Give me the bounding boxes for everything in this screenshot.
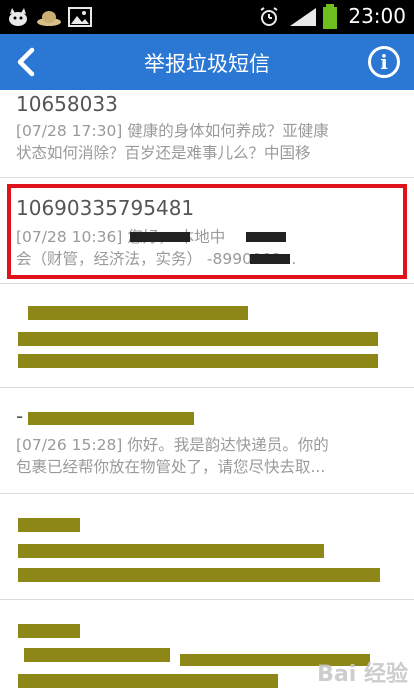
redaction-mark [18, 568, 380, 582]
message-preview: [07/26 15:28] 你好。我是韵达快递员。你的 包裹已经帮你放在物管处了… [16, 434, 390, 478]
preview-line: 包裹已经帮你放在物管处了，请您尽快去取... [16, 458, 326, 476]
redaction-mark [18, 518, 80, 532]
selection-highlight [7, 184, 407, 279]
image-notification-icon [68, 7, 92, 27]
signal-icon [290, 8, 316, 26]
message-item[interactable]: 10658033 [07/28 17:30] 健康的身体如何养成？亚健康 状态如… [0, 90, 414, 178]
preview-line: 状态如何消除？百岁还是难事儿么？中国移 [16, 144, 311, 162]
redaction-mark [18, 624, 80, 638]
message-sender: 10658033 [16, 92, 118, 116]
redaction-mark [18, 354, 378, 368]
message-preview: [07/28 17:30] 健康的身体如何养成？亚健康 状态如何消除？百岁还是难… [16, 120, 390, 164]
redaction-mark [18, 674, 278, 688]
redaction-mark [28, 306, 248, 320]
redaction-mark [28, 412, 194, 425]
status-bar: 23:00 [0, 0, 414, 34]
preview-line: [07/28 17:30] 健康的身体如何养成？亚健康 [16, 122, 329, 140]
cat-notification-icon [9, 8, 27, 26]
redaction-mark [18, 544, 324, 558]
message-item-redacted[interactable] [0, 494, 414, 600]
message-item[interactable]: - [07/26 15:28] 你好。我是韵达快递员。你的 包裹已经帮你放在物管… [0, 388, 414, 494]
redaction-mark [18, 332, 378, 346]
hat-notification-icon [37, 11, 61, 26]
message-item-redacted[interactable] [0, 284, 414, 388]
message-list[interactable]: 10658033 [07/28 17:30] 健康的身体如何养成？亚健康 状态如… [0, 90, 414, 694]
watermark: Bai 经验 [317, 662, 408, 687]
preview-line: [07/26 15:28] 你好。我是韵达快递员。你的 [16, 436, 329, 454]
alarm-icon [260, 7, 278, 26]
app-bar: 举报垃圾短信 i [0, 34, 414, 90]
message-sender: - [16, 404, 24, 428]
battery-icon [323, 4, 337, 29]
redaction-mark [24, 648, 170, 662]
info-icon[interactable]: i [368, 46, 400, 78]
page-title: 举报垃圾短信 [144, 52, 270, 76]
status-time: 23:00 [348, 4, 406, 28]
